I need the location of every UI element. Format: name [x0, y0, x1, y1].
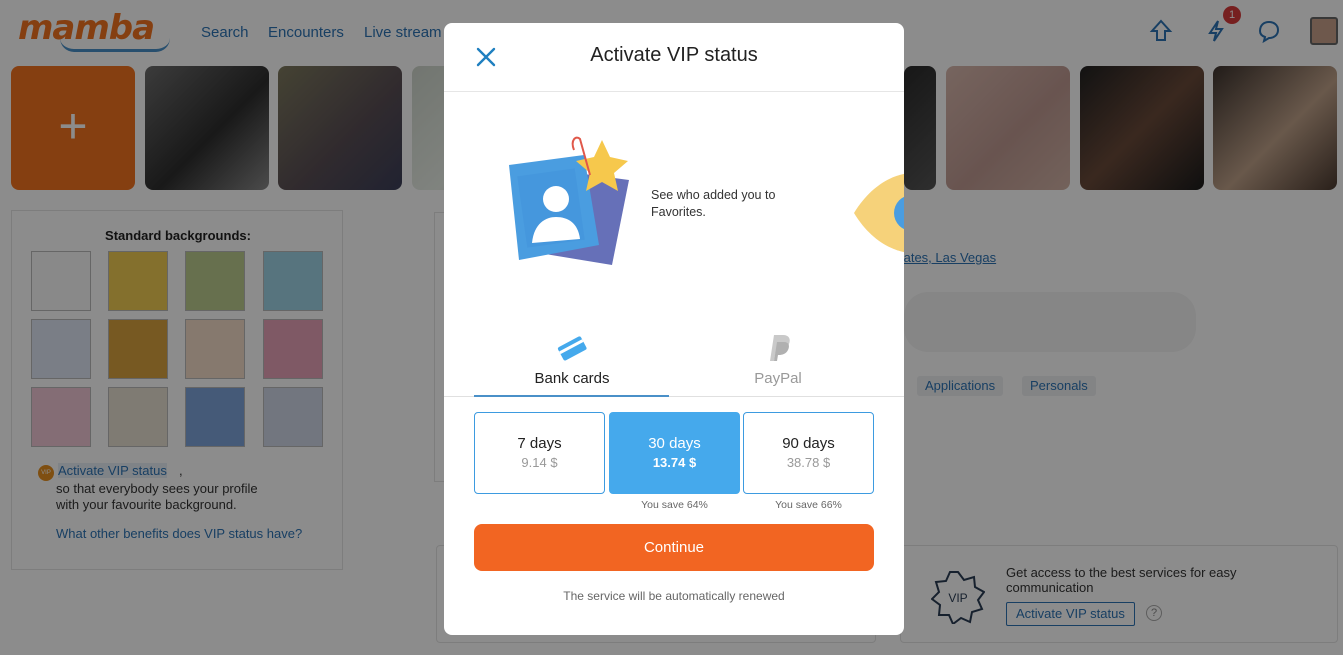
tab-paypal[interactable]: PayPal	[680, 328, 876, 398]
plan-days: 30 days	[648, 435, 701, 452]
plan-days: 7 days	[517, 435, 562, 452]
tab-paypal-label: PayPal	[754, 370, 802, 387]
credit-card-icon	[557, 336, 587, 361]
tab-bank-cards[interactable]: Bank cards	[474, 328, 670, 398]
eye-illustration-icon	[854, 173, 904, 253]
plan-price: 9.14 $	[521, 455, 558, 470]
plan-price: 13.74 $	[652, 455, 697, 470]
favorites-illustration-icon	[509, 136, 629, 265]
plan-90-days[interactable]: 90 days 38.78 $	[743, 412, 874, 494]
active-tab-indicator	[474, 395, 669, 397]
modal-title: Activate VIP status	[590, 44, 758, 66]
plan-30-days-savings: You save 64%	[641, 499, 708, 511]
modal-header: Activate VIP status	[444, 23, 904, 92]
plan-days: 90 days	[782, 435, 835, 452]
continue-button[interactable]: Continue	[474, 524, 874, 571]
plan-7-days[interactable]: 7 days 9.14 $	[474, 412, 605, 494]
paypal-icon	[770, 335, 790, 361]
promo-text: See who added you to Favorites.	[651, 188, 776, 219]
plan-price: 38.78 $	[786, 455, 831, 470]
auto-renew-note: The service will be automatically renewe…	[563, 589, 785, 603]
vip-modal: Activate VIP status See who added you to…	[444, 23, 904, 635]
plan-90-days-savings: You save 66%	[775, 499, 842, 511]
tab-bank-cards-label: Bank cards	[534, 370, 610, 387]
plan-30-days[interactable]: 30 days 13.74 $	[609, 412, 740, 494]
